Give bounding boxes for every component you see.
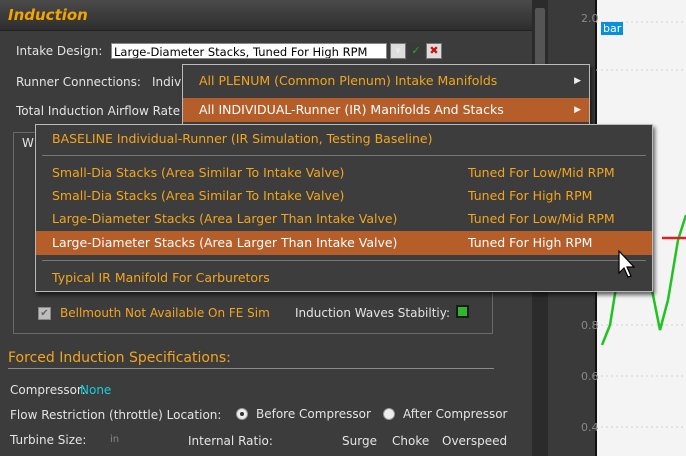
overspeed-label: Overspeed: [442, 434, 508, 448]
compressor-label: Compressor:: [10, 383, 86, 397]
submenu-item-label: Small-Dia Stacks (Area Similar To Intake…: [52, 188, 345, 203]
radio-after-compressor[interactable]: [383, 408, 395, 420]
menu-item-label: All INDIVIDUAL-Runner (IR) Manifolds And…: [199, 102, 504, 117]
submenu-item-label: BASELINE Individual-Runner (IR Simulatio…: [52, 131, 433, 146]
internal-ratio-label: Internal Ratio:: [188, 434, 273, 448]
runner-connections-value: Indiv: [152, 75, 182, 89]
menu-item-plenum[interactable]: All PLENUM (Common Plenum) Intake Manifo…: [183, 69, 589, 93]
chart-tag: bar: [601, 22, 624, 35]
submenu-item-tuning: Tuned For High RPM: [468, 235, 593, 250]
submenu-item-label: Typical IR Manifold For Carburetors: [52, 270, 270, 285]
menu-item-individual-runner[interactable]: All INDIVIDUAL-Runner (IR) Manifolds And…: [183, 98, 589, 122]
menu-separator: [42, 260, 646, 261]
waves-indicator: [456, 305, 469, 318]
menu-separator: [42, 155, 646, 156]
submenu-item-large-high[interactable]: Large-Diameter Stacks (Area Larger Than …: [36, 231, 652, 255]
submenu-item-label: Large-Diameter Stacks (Area Larger Than …: [52, 235, 398, 250]
submenu-item-label: Small-Dia Stacks (Area Similar To Intake…: [52, 165, 345, 180]
intake-design-label: Intake Design:: [16, 44, 103, 58]
y-tick-0-4: 0.4: [581, 421, 599, 434]
y-tick-2-0: 2.0: [581, 12, 599, 25]
submenu-item-large-low-mid[interactable]: Large-Diameter Stacks (Area Larger Than …: [36, 207, 652, 231]
surge-label: Surge: [342, 434, 377, 448]
before-compressor-label: Before Compressor: [256, 407, 371, 421]
check-icon[interactable]: ✓: [408, 43, 424, 59]
submenu-item-tuning: Tuned For Low/Mid RPM: [468, 211, 615, 226]
submenu-arrow-icon: ▶: [574, 105, 581, 115]
after-compressor-label: After Compressor: [403, 407, 508, 421]
intake-category-menu: All PLENUM (Common Plenum) Intake Manifo…: [182, 64, 590, 126]
intake-design-field[interactable]: Large-Diameter Stacks, Tuned For High RP…: [111, 43, 387, 59]
choke-label: Choke: [392, 434, 430, 448]
close-icon[interactable]: ✖: [426, 43, 442, 59]
mouse-pointer-icon: [618, 250, 636, 278]
y-tick-0-8: 0.8: [581, 319, 599, 332]
individual-runner-submenu: BASELINE Individual-Runner (IR Simulatio…: [35, 124, 653, 292]
compressor-value: None: [80, 383, 112, 397]
turbine-unit: in: [110, 434, 120, 445]
induction-header: Induction: [0, 0, 532, 31]
bellmouth-checkbox[interactable]: ✔: [38, 307, 51, 320]
radio-before-compressor[interactable]: [236, 408, 248, 420]
submenu-item-label: Large-Diameter Stacks (Area Larger Than …: [52, 211, 398, 226]
forced-induction-title: Forced Induction Specifications:: [8, 350, 231, 366]
submenu-item-carburetors[interactable]: Typical IR Manifold For Carburetors: [36, 266, 652, 290]
submenu-item-small-low-mid[interactable]: Small-Dia Stacks (Area Similar To Intake…: [36, 161, 652, 185]
page-title: Induction: [8, 6, 88, 24]
submenu-item-tuning: Tuned For Low/Mid RPM: [468, 165, 615, 180]
menu-item-label: All PLENUM (Common Plenum) Intake Manifo…: [199, 73, 498, 88]
turbine-size-label: Turbine Size:: [10, 433, 87, 447]
y-tick-0-6: 0.6: [581, 370, 599, 383]
divider: [8, 368, 494, 369]
airflow-label: Total Induction Airflow Rate: [16, 104, 181, 118]
bellmouth-label: Bellmouth Not Available On FE Sim: [60, 306, 270, 320]
dropdown-icon[interactable]: ▾: [390, 43, 406, 59]
runner-connections-label: Runner Connections:: [16, 75, 141, 89]
submenu-item-baseline[interactable]: BASELINE Individual-Runner (IR Simulatio…: [36, 127, 652, 151]
waves-label: Induction Waves Stabiltiy:: [295, 306, 451, 320]
submenu-item-small-high[interactable]: Small-Dia Stacks (Area Similar To Intake…: [36, 184, 652, 208]
submenu-item-tuning: Tuned For High RPM: [468, 188, 593, 203]
submenu-arrow-icon: ▶: [574, 76, 581, 86]
flow-restriction-label: Flow Restriction (throttle) Location:: [10, 408, 222, 422]
